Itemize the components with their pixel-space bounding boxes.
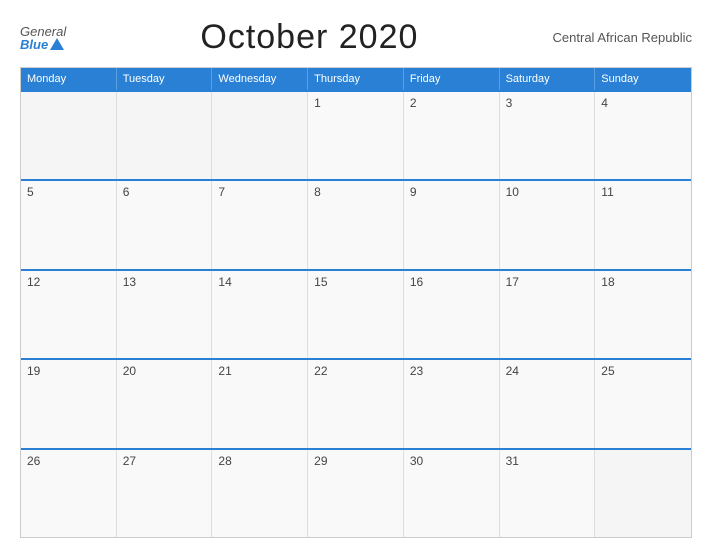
day-cell-6: 6: [117, 181, 213, 268]
logo-triangle-icon: [50, 38, 64, 50]
calendar-grid: Monday Tuesday Wednesday Thursday Friday…: [20, 67, 692, 538]
header-friday: Friday: [404, 68, 500, 90]
day-cell-25: 25: [595, 360, 691, 447]
day-cell-24: 24: [500, 360, 596, 447]
day-cell: [212, 92, 308, 179]
page-header: General Blue October 2020 Central Africa…: [20, 18, 692, 57]
logo-blue-text: Blue: [20, 38, 66, 51]
day-cell-2: 2: [404, 92, 500, 179]
day-cell-29: 29: [308, 450, 404, 537]
calendar-page: General Blue October 2020 Central Africa…: [0, 0, 712, 550]
day-cell-16: 16: [404, 271, 500, 358]
header-wednesday: Wednesday: [212, 68, 308, 90]
week-row-5: 26 27 28 29 30 31: [21, 448, 691, 537]
day-cell: [117, 92, 213, 179]
calendar-title: October 2020: [200, 18, 418, 57]
week-row-3: 12 13 14 15 16 17 18: [21, 269, 691, 358]
day-cell-21: 21: [212, 360, 308, 447]
day-cell-1: 1: [308, 92, 404, 179]
day-cell-5: 5: [21, 181, 117, 268]
week-row-2: 5 6 7 8 9 10 11: [21, 179, 691, 268]
week-row-4: 19 20 21 22 23 24 25: [21, 358, 691, 447]
day-cell-10: 10: [500, 181, 596, 268]
header-tuesday: Tuesday: [117, 68, 213, 90]
day-cell-23: 23: [404, 360, 500, 447]
day-cell-3: 3: [500, 92, 596, 179]
logo: General Blue: [20, 25, 66, 51]
week-row-1: 1 2 3 4: [21, 90, 691, 179]
day-cell-13: 13: [117, 271, 213, 358]
header-sunday: Sunday: [595, 68, 691, 90]
day-cell-28: 28: [212, 450, 308, 537]
day-cell-9: 9: [404, 181, 500, 268]
day-cell-14: 14: [212, 271, 308, 358]
header-saturday: Saturday: [500, 68, 596, 90]
calendar-header-row: Monday Tuesday Wednesday Thursday Friday…: [21, 68, 691, 90]
day-cell-8: 8: [308, 181, 404, 268]
day-cell-22: 22: [308, 360, 404, 447]
day-cell-27: 27: [117, 450, 213, 537]
day-cell-26: 26: [21, 450, 117, 537]
day-cell-12: 12: [21, 271, 117, 358]
day-cell-18: 18: [595, 271, 691, 358]
day-cell-17: 17: [500, 271, 596, 358]
day-cell-7: 7: [212, 181, 308, 268]
day-cell-31: 31: [500, 450, 596, 537]
day-cell-11: 11: [595, 181, 691, 268]
day-cell: [595, 450, 691, 537]
day-cell: [21, 92, 117, 179]
day-cell-15: 15: [308, 271, 404, 358]
header-monday: Monday: [21, 68, 117, 90]
header-thursday: Thursday: [308, 68, 404, 90]
day-cell-30: 30: [404, 450, 500, 537]
day-cell-19: 19: [21, 360, 117, 447]
day-cell-4: 4: [595, 92, 691, 179]
day-cell-20: 20: [117, 360, 213, 447]
calendar-subtitle: Central African Republic: [553, 30, 692, 45]
logo-general-text: General: [20, 25, 66, 38]
